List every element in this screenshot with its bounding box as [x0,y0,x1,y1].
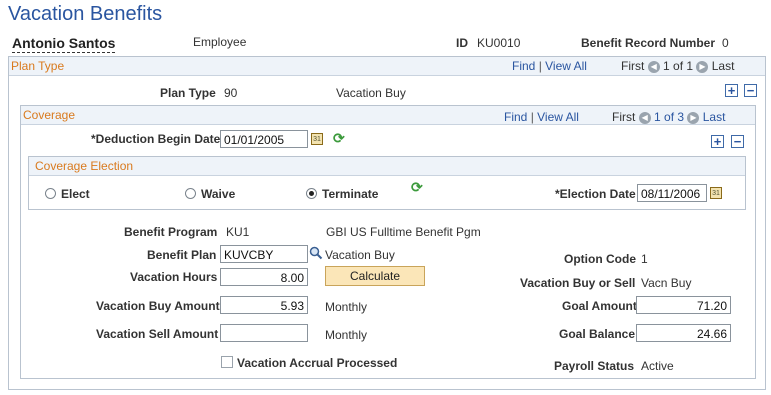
sell-amount-frequency: Monthly [325,328,368,342]
benefit-record-value: 0 [722,36,729,50]
vacation-hours-input[interactable]: 8.00 [220,268,308,286]
payroll-status-value: Active [641,359,674,373]
coverage-header: Coverage Find | View All First ◀ 1 of 3 … [21,106,755,125]
elect-radio[interactable] [45,188,56,199]
plan-type-prev-icon[interactable]: ◀ [647,60,660,73]
buy-or-sell-value: Vacn Buy [641,276,692,290]
waive-radio[interactable] [185,188,196,199]
deduction-begin-label: *Deduction Begin Date [91,132,221,146]
buy-amount-input[interactable]: 5.93 [220,296,308,314]
benefit-program-label: Benefit Program [124,225,218,239]
coverage-view-all-link[interactable]: View All [537,110,579,124]
coverage-first-label: First [612,110,636,124]
refresh-icon[interactable]: ⟳ [333,130,345,147]
terminate-radio[interactable] [306,188,317,199]
sell-amount-input[interactable] [220,324,308,342]
goal-amount-label: Goal Amount [562,299,637,313]
buy-amount-label: Vacation Buy Amount [96,299,220,313]
terminate-label: Terminate [322,187,379,201]
plan-type-view-all-link[interactable]: View All [545,59,587,73]
calendar-icon[interactable]: 31 [311,133,323,145]
add-plan-type-button[interactable]: + [725,84,738,97]
elect-label: Elect [61,187,90,201]
election-refresh-icon[interactable]: ⟳ [411,179,423,196]
employee-id-label: ID [456,36,468,50]
plan-type-desc: Vacation Buy [336,86,406,100]
delete-coverage-button[interactable]: − [731,135,744,148]
goal-balance-input[interactable]: 24.66 [636,324,731,342]
coverage-pager: 1 of 3 [654,110,685,124]
search-icon[interactable] [309,246,323,260]
plan-type-label: Plan Type [160,86,216,100]
plan-type-next-icon[interactable]: ▶ [696,60,709,73]
benefit-program-code: KU1 [226,225,250,239]
benefit-plan-desc: Vacation Buy [325,248,395,262]
election-date-label: *Election Date [555,187,636,201]
buy-or-sell-label: Vacation Buy or Sell [520,276,636,290]
coverage-election-header: Coverage Election [29,157,745,176]
employee-role: Employee [193,35,247,49]
vacation-hours-label: Vacation Hours [130,270,218,284]
employee-name: Antonio Santos [12,35,116,53]
add-coverage-button[interactable]: + [711,135,724,148]
employee-id-value: KU0010 [477,36,521,50]
benefit-plan-input[interactable]: KUVCBY [220,245,308,263]
deduction-begin-date-input[interactable]: 01/01/2005 [220,130,308,148]
coverage-prev-icon[interactable]: ◀ [638,111,651,124]
coverage-last-link[interactable]: Last [703,110,726,124]
plan-type-header: Plan Type Find | View All First ◀ 1 of 1… [9,57,765,76]
plan-type-pager: 1 of 1 [663,59,694,73]
page-title: Vacation Benefits [8,3,163,25]
plan-type-header-title: Plan Type [11,59,65,73]
plan-type-code: 90 [224,86,238,100]
benefit-plan-label: Benefit Plan [147,248,217,262]
coverage-election-header-title: Coverage Election [35,159,134,173]
waive-label: Waive [201,187,236,201]
coverage-header-title: Coverage [23,108,76,122]
election-calendar-icon[interactable]: 31 [710,187,722,199]
option-code-label: Option Code [564,252,636,266]
delete-plan-type-button[interactable]: − [744,84,757,97]
goal-balance-label: Goal Balance [559,327,636,341]
payroll-status-label: Payroll Status [554,359,635,373]
coverage-next-icon[interactable]: ▶ [687,111,700,124]
plan-type-last-label: Last [711,59,735,73]
plan-type-first-label: First [621,59,645,73]
buy-amount-frequency: Monthly [325,300,368,314]
option-code-value: 1 [641,252,648,266]
election-date-input[interactable]: 08/11/2006 [637,184,707,202]
accrual-processed-label: Vacation Accrual Processed [237,356,398,370]
benefit-record-label: Benefit Record Number [581,36,716,50]
coverage-find-link[interactable]: Find [504,110,527,124]
plan-type-find-link[interactable]: Find [512,59,535,73]
benefit-program-desc: GBI US Fulltime Benefit Pgm [326,225,481,239]
goal-amount-input[interactable]: 71.20 [636,296,731,314]
accrual-processed-checkbox[interactable] [221,356,233,368]
sell-amount-label: Vacation Sell Amount [96,327,219,341]
calculate-button[interactable]: Calculate [325,266,425,286]
